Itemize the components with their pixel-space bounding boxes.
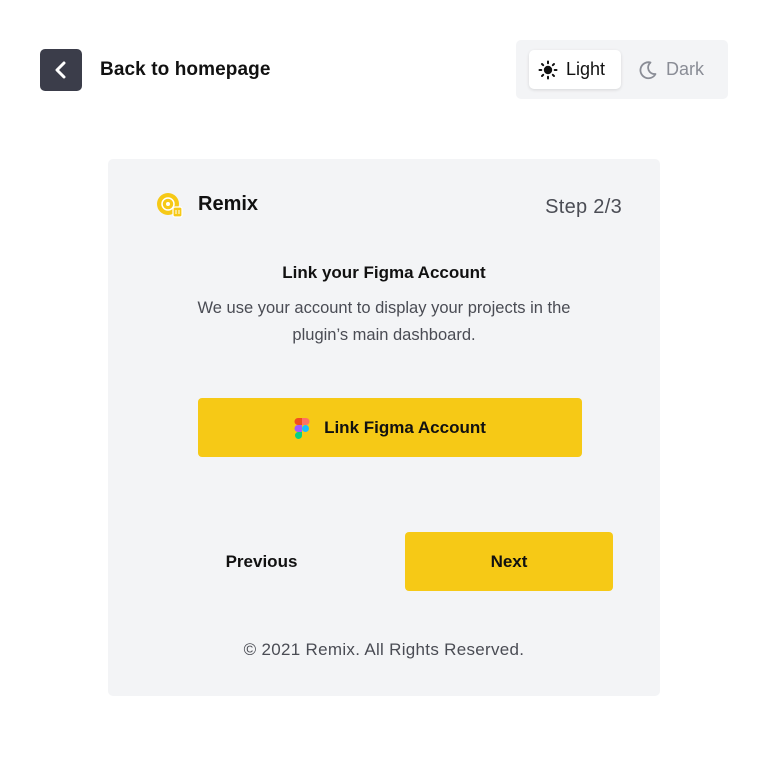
theme-light-label: Light	[566, 59, 606, 79]
onboarding-card: Remix Step 2/3 Link your Figma Account W…	[108, 159, 660, 696]
theme-dark-label: Dark	[666, 59, 705, 79]
next-button[interactable]: Next	[405, 532, 613, 591]
theme-light-option[interactable]: Light	[529, 50, 621, 89]
theme-dark-option[interactable]: Dark	[636, 50, 716, 89]
back-to-homepage-link[interactable]: Back to homepage	[100, 59, 271, 81]
link-figma-button[interactable]: Link Figma Account	[198, 398, 582, 457]
chevron-left-icon	[54, 61, 68, 79]
brand-name: Remix	[198, 193, 259, 215]
card-heading: Link your Figma Account	[282, 263, 486, 282]
back-button[interactable]	[40, 49, 82, 91]
theme-toggle: Light Dark	[516, 40, 728, 99]
link-figma-label: Link Figma Account	[324, 417, 486, 437]
step-indicator: Step 2/3	[545, 196, 622, 218]
previous-button[interactable]: Previous	[168, 532, 355, 591]
moon-icon	[638, 60, 666, 80]
figma-icon	[294, 417, 324, 439]
sun-icon	[538, 60, 566, 80]
remix-logo-icon	[156, 191, 184, 219]
card-description: We use your account to display your proj…	[197, 299, 571, 344]
copyright-footer: © 2021 Remix. All Rights Reserved.	[243, 640, 525, 659]
